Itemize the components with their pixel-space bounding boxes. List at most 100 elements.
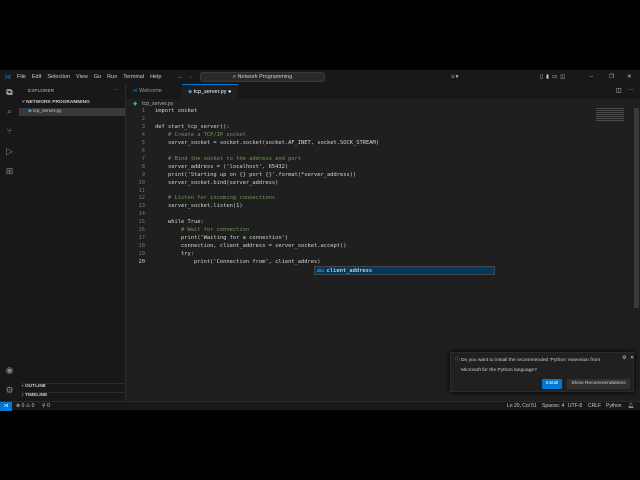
code-line[interactable]: 8 server_address = ('localhost', 65432) (126, 164, 379, 172)
code-text: print('Connection from', client_addres) (155, 259, 321, 266)
menu-edit[interactable]: Edit (32, 74, 41, 80)
code-line[interactable]: 3 def start_tcp_server(): (126, 124, 379, 132)
encoding[interactable]: UTF-8 (568, 402, 582, 411)
run-debug-icon[interactable]: ▷ (4, 146, 15, 157)
line-number: 13 (138, 203, 146, 210)
code-line[interactable]: 19 try: (126, 251, 379, 259)
remote-icon[interactable]: ⋊ (0, 402, 12, 411)
explorer-icon[interactable]: ⧉ (4, 87, 15, 98)
code-line[interactable]: 17 print('Waiting for a connection') (126, 235, 379, 243)
show-recommendations-button[interactable]: Show Recommendations (567, 379, 630, 389)
code-line[interactable]: 12 # Listen for incoming connections (126, 195, 379, 203)
line-number: 15 (138, 219, 146, 226)
line-number: 17 (138, 235, 146, 242)
code-line[interactable]: 11 (126, 188, 379, 196)
code-line[interactable]: 2 (126, 116, 379, 124)
extensions-icon[interactable]: ⊞ (4, 166, 15, 177)
folder-network-programming[interactable]: ˅ NETWORK PROGRAMMING (22, 100, 90, 105)
breadcrumb[interactable]: ◆ tcp_server.py (133, 101, 174, 107)
close-icon[interactable]: ✕ (627, 74, 632, 80)
line-number: 16 (138, 227, 146, 234)
menu-selection[interactable]: Selection (47, 74, 70, 80)
forward-arrow-icon[interactable]: → (188, 74, 194, 80)
tab-label: Welcome (139, 88, 162, 94)
minimap[interactable] (596, 108, 624, 122)
code-line[interactable]: 1 import socket (126, 108, 379, 116)
layout-icons[interactable]: ▯▮▭◫ (540, 74, 568, 80)
copilot-icon[interactable]: ☺▾ (450, 74, 458, 80)
tab-label: tcp_server.py (193, 89, 227, 95)
code-line[interactable]: 16 # Wait for connection (126, 227, 379, 235)
search-icon[interactable]: ⌕ (4, 106, 15, 117)
file-tcp-server[interactable]: ◆ tcp_server.py (19, 108, 125, 116)
variable-icon: abc (317, 268, 327, 273)
line-number: 2 (141, 115, 145, 122)
code-line[interactable]: 15 while True: (126, 219, 379, 227)
menu-run[interactable]: Run (107, 74, 117, 80)
restore-icon[interactable]: ❐ (609, 74, 614, 80)
problems-indicator[interactable]: ⊗ 0 ⚠ 0 (16, 402, 34, 411)
line-number: 5 (141, 139, 145, 146)
command-center-search[interactable]: ⌕ Network Programming (200, 72, 325, 82)
menu-help[interactable]: Help (150, 74, 161, 80)
code-line[interactable]: 5 server_socket = socket.socket(socket.A… (126, 140, 379, 148)
more-actions-icon[interactable]: ··· (114, 88, 119, 93)
split-editor-icon[interactable]: ◫ (616, 87, 622, 94)
timeline-section[interactable]: › TIMELINE (22, 392, 126, 398)
close-icon[interactable]: ✕ (630, 355, 634, 361)
vscode-window: ⋊ File Edit Selection View Go Run Terminal Help… (0, 70, 640, 411)
explorer-title: EXPLORER (28, 89, 55, 94)
outline-section[interactable]: › OUTLINE (22, 383, 126, 389)
error-count: 0 (21, 403, 25, 409)
code-line[interactable]: 6 (126, 148, 379, 156)
ports-indicator[interactable]: ⚲ 0 (42, 402, 50, 411)
menu-go[interactable]: Go (94, 74, 101, 80)
gear-icon[interactable]: ⚙ (4, 385, 15, 396)
vscode-logo-icon: ⋊ (132, 88, 140, 94)
code-line[interactable]: 10 server_socket.bind(server_address) (126, 180, 379, 188)
line-number: 3 (141, 123, 145, 130)
code-line[interactable]: 18 connection, client_address = server_s… (126, 243, 379, 251)
line-number: 1 (141, 108, 145, 114)
menu-file[interactable]: File (17, 74, 26, 80)
line-number: 9 (141, 171, 145, 178)
install-button[interactable]: Install (542, 379, 562, 389)
code-text: import socket (155, 108, 198, 114)
line-number: 8 (141, 163, 145, 170)
unsaved-dot-icon[interactable]: ● (226, 89, 231, 95)
code-line[interactable]: 14 (126, 211, 379, 219)
source-control-icon[interactable]: ⑂ (4, 126, 15, 137)
gear-icon[interactable]: ⚙ (622, 355, 626, 361)
title-bar: ⋊ File Edit Selection View Go Run Terminal Help… (0, 70, 640, 84)
autocomplete-suggestion[interactable]: abc client_address (314, 266, 495, 275)
code-editor[interactable]: 1 import socket 2 3 def start_tcp_server(): 4… (126, 108, 379, 267)
menu-view[interactable]: View (76, 74, 88, 80)
line-number: 4 (141, 131, 145, 138)
code-line[interactable]: 7 # Bind the socket to the address and p… (126, 156, 379, 164)
menu-terminal[interactable]: Terminal (123, 74, 144, 80)
back-arrow-icon[interactable]: ← (178, 74, 184, 80)
line-number: 18 (138, 243, 146, 250)
line-number: 19 (138, 251, 146, 258)
code-text: # Listen for incoming connections (155, 195, 276, 202)
tab-tcp-server[interactable]: ◆ tcp_server.py ● (182, 84, 238, 99)
notification-message: Do you want to install the recommended '… (461, 358, 601, 373)
minimize-icon[interactable]: – (590, 74, 593, 80)
code-text: server_address = ('localhost', 65432) (155, 163, 289, 170)
account-icon[interactable]: ◉ (4, 365, 15, 376)
line-number: 14 (138, 211, 146, 218)
indentation[interactable]: Spaces: 4 (542, 402, 564, 411)
more-actions-icon[interactable]: ··· (628, 87, 634, 93)
code-line[interactable]: 9 print('Starting up on {} port {}'.form… (126, 172, 379, 180)
tab-welcome[interactable]: ⋊ Welcome (126, 84, 182, 99)
line-number: 7 (141, 155, 145, 162)
notifications-bell-icon[interactable]: 🔔︎ (628, 402, 634, 411)
language-mode[interactable]: Python (606, 402, 622, 411)
vscode-logo-icon: ⋊ (4, 74, 11, 81)
notification-toast: ⓘ Do you want to install the recommended… (450, 352, 634, 392)
scrollbar[interactable] (634, 108, 639, 308)
line-ending[interactable]: CRLF (588, 402, 601, 411)
cursor-position[interactable]: Ln 20, Col 51 (507, 402, 537, 411)
code-line[interactable]: 13 server_socket.listen(1) (126, 203, 379, 211)
code-line[interactable]: 4 # Create a TCP/IP socket (126, 132, 379, 140)
